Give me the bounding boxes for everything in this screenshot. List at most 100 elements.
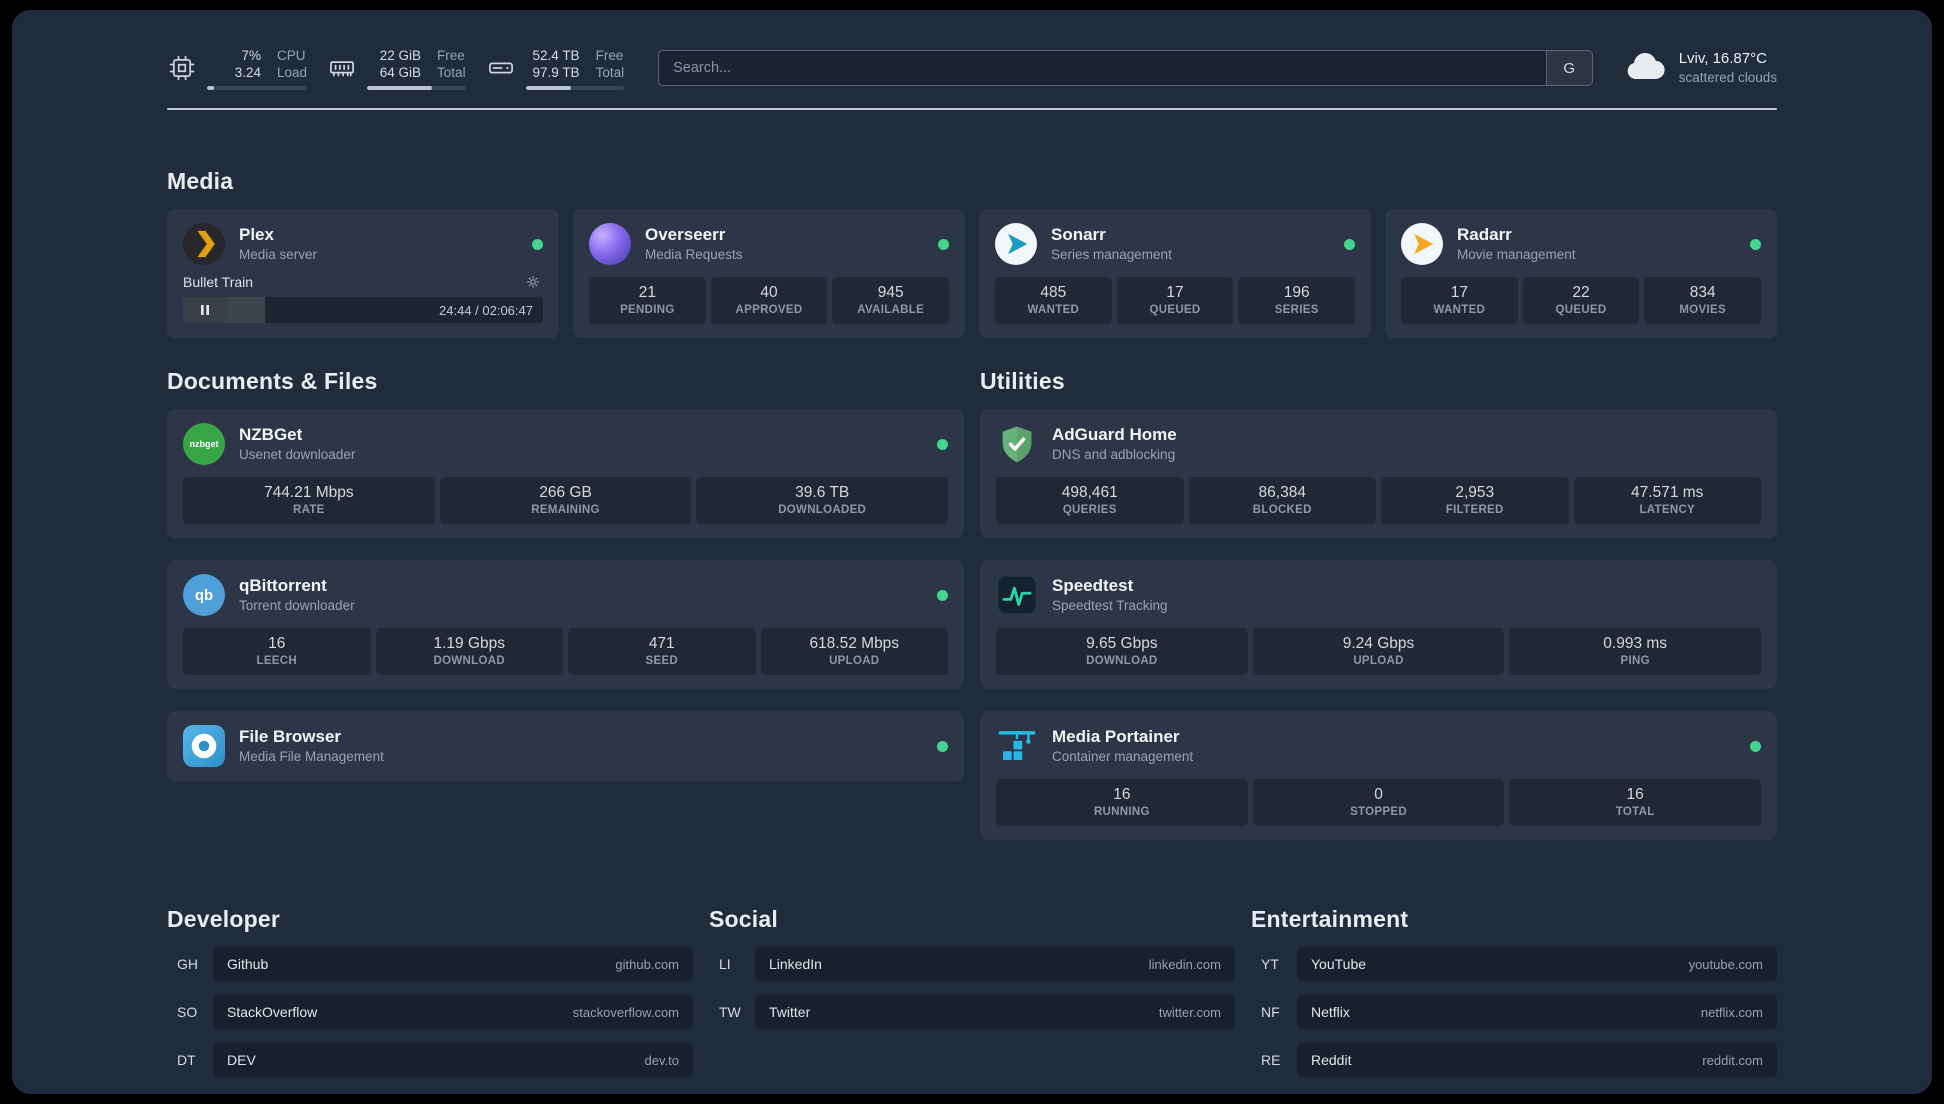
stat-value: 22 [1572, 284, 1590, 301]
bookmark-abbr: YT [1261, 956, 1279, 972]
disk-free-label: Free [595, 47, 624, 63]
topbar-divider [167, 108, 1777, 110]
stat-value: 744.21 Mbps [264, 484, 354, 501]
bookmark-name: LinkedIn [769, 956, 822, 972]
bookmark-twitter[interactable]: TW Twitter twitter.com [709, 995, 1235, 1029]
memory-total-value: 64 GiB [379, 64, 422, 80]
cpu-usage-value: 7% [241, 47, 261, 63]
pause-button[interactable] [183, 297, 227, 323]
service-name: Sonarr [1051, 225, 1106, 244]
disk-total-label: Total [595, 64, 625, 80]
stat-label: DOWNLOAD [433, 655, 505, 667]
weather-widget: Lviv, 16.87°C scattered clouds [1623, 46, 1777, 90]
service-subtitle: Torrent downloader [239, 598, 355, 613]
weather-condition: scattered clouds [1678, 70, 1777, 85]
disk-progress-bar [525, 85, 625, 90]
status-dot [1344, 238, 1355, 250]
status-dot [938, 238, 949, 250]
bookmark-url: linkedin.com [1148, 956, 1221, 972]
status-dot [1750, 740, 1761, 752]
section-title-utilities: Utilities [980, 368, 1065, 394]
stat-label: DOWNLOADED [778, 504, 867, 516]
playback-progress-bar[interactable] [227, 297, 429, 323]
stat-value: 618.52 Mbps [809, 635, 900, 652]
resource-widgets: 7% CPU 3.24 Load 22 GiB Free 64 GiB Total [167, 47, 625, 90]
stat-label: WANTED [1433, 304, 1486, 316]
stat-value: 21 [638, 284, 656, 301]
now-playing-title: Bullet Train [183, 274, 254, 290]
bookmark-url: netflix.com [1700, 1004, 1763, 1020]
radarr-icon [1401, 223, 1443, 265]
stat-tile: 40 APPROVED [710, 277, 828, 324]
search-input[interactable] [659, 51, 1546, 85]
bookmark-url: github.com [615, 956, 679, 972]
stat-value: 0 [1374, 786, 1383, 803]
bookmark-linkedin[interactable]: LI LinkedIn linkedin.com [709, 947, 1235, 981]
service-card-speedtest[interactable]: Speedtest Speedtest Tracking 9.65 Gbps DO… [980, 560, 1777, 689]
service-name: Plex [239, 225, 274, 244]
service-card-nzbget[interactable]: nzbget NZBGet Usenet downloader 744.21 M… [167, 409, 964, 538]
bookmark-youtube[interactable]: YT YouTube youtube.com [1251, 947, 1777, 981]
service-name: AdGuard Home [1052, 425, 1177, 444]
bookmark-stackoverflow[interactable]: SO StackOverflow stackoverflow.com [167, 995, 693, 1029]
status-dot [937, 589, 948, 601]
stat-tile: 471 SEED [568, 628, 756, 675]
memory-free-value: 22 GiB [379, 47, 422, 63]
stat-label: QUEUED [1555, 304, 1607, 316]
stat-value: 47.571 ms [1631, 484, 1704, 501]
section-title-documents: Documents & Files [167, 368, 378, 394]
service-card-adguard[interactable]: AdGuard Home DNS and adblocking 498,461 Q… [980, 409, 1777, 538]
bookmark-abbr: TW [719, 1004, 741, 1020]
stat-value: 17 [1450, 284, 1468, 301]
service-card-qbittorrent[interactable]: qb qBittorrent Torrent downloader 16 LEEC… [167, 560, 964, 689]
stat-tile: 47.571 ms LATENCY [1573, 477, 1761, 524]
bookmark-github[interactable]: GH Github github.com [167, 947, 693, 981]
stat-label: RUNNING [1093, 806, 1150, 818]
dashboard-window: 7% CPU 3.24 Load 22 GiB Free 64 GiB Total [12, 10, 1932, 1094]
service-card-sonarr[interactable]: Sonarr Series management 485 WANTED 17 QUE… [979, 209, 1371, 338]
portainer-icon [996, 725, 1038, 767]
gear-icon[interactable] [525, 273, 543, 291]
search-provider-button[interactable]: G [1545, 51, 1592, 85]
bookmark-abbr: NF [1261, 1004, 1280, 1020]
service-subtitle: Media File Management [239, 749, 384, 764]
service-card-portainer[interactable]: Media Portainer Container management 16 R… [980, 711, 1777, 840]
stat-value: 471 [648, 635, 675, 652]
stat-label: RATE [293, 504, 325, 516]
service-card-plex[interactable]: Plex Media server Bullet Train 24:44 / 0… [167, 209, 559, 338]
status-dot [532, 238, 543, 250]
section-utilities: Utilities AdGuard Home DNS and adblockin… [980, 368, 1777, 840]
stat-value: 196 [1283, 284, 1310, 301]
stat-value: 17 [1166, 284, 1184, 301]
playback-time: 24:44 / 02:06:47 [439, 302, 533, 318]
stat-label: PING [1620, 655, 1650, 667]
service-card-overseerr[interactable]: Overseerr Media Requests 21 PENDING 40 APP… [573, 209, 965, 338]
top-bar: 7% CPU 3.24 Load 22 GiB Free 64 GiB Total [167, 46, 1777, 90]
memory-widget: 22 GiB Free 64 GiB Total [327, 47, 466, 90]
stat-value: 266 GB [539, 484, 592, 501]
service-card-filebrowser[interactable]: File Browser Media File Management [167, 711, 964, 781]
cpu-usage-label: CPU [277, 47, 306, 63]
disk-free-value: 52.4 TB [532, 47, 580, 63]
stat-tile: 9.24 Gbps UPLOAD [1252, 628, 1505, 675]
bookmark-group-developer: Developer GH Github github.com SO StackOv… [167, 906, 693, 1077]
service-card-radarr[interactable]: Radarr Movie management 17 WANTED 22 QUEUE… [1385, 209, 1777, 338]
bookmark-dev[interactable]: DT DEV dev.to [167, 1043, 693, 1077]
section-title-media: Media [167, 168, 234, 194]
bookmark-name: DEV [227, 1052, 256, 1068]
stat-label: UPLOAD [1353, 655, 1404, 667]
stat-label: MOVIES [1679, 304, 1726, 316]
bookmark-abbr: GH [177, 956, 198, 972]
stat-tile: 22 QUEUED [1522, 277, 1640, 324]
status-dot [1750, 238, 1761, 250]
stat-label: APPROVED [735, 304, 803, 316]
cpu-load-value: 3.24 [234, 64, 261, 80]
stat-tile: 17 QUEUED [1116, 277, 1234, 324]
bookmark-reddit[interactable]: RE Reddit reddit.com [1251, 1043, 1777, 1077]
service-subtitle: Container management [1052, 749, 1194, 764]
bookmark-netflix[interactable]: NF Netflix netflix.com [1251, 995, 1777, 1029]
stat-tile: 0.993 ms PING [1509, 628, 1762, 675]
service-subtitle: Media Requests [645, 247, 743, 262]
stat-tile: 16 RUNNING [996, 779, 1248, 826]
stat-tile: 2,953 FILTERED [1381, 477, 1569, 524]
